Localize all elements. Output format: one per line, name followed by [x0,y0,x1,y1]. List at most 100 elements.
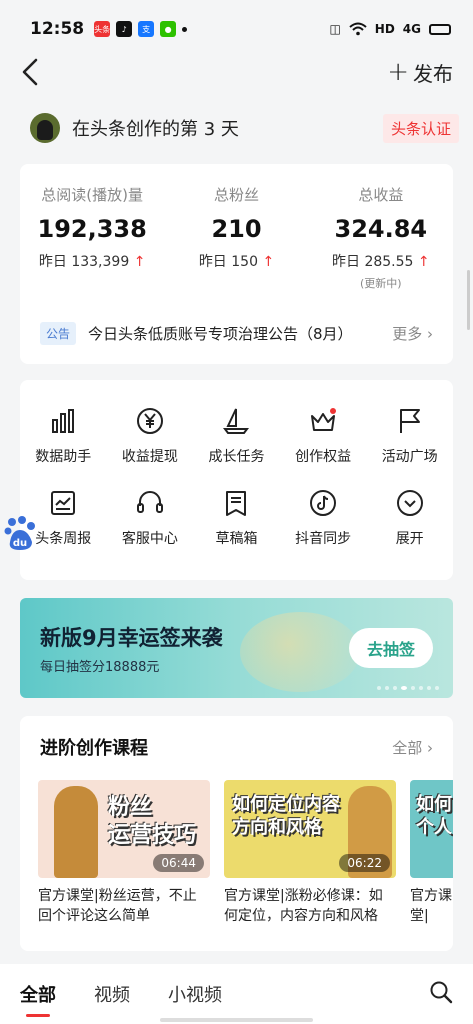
tab-video[interactable]: 视频 [94,981,130,1007]
draw-button[interactable]: 去抽签 [348,628,433,668]
tool-withdraw[interactable]: 收益提现 [107,406,194,466]
tool-label: 数据助手 [35,449,92,465]
tab-short-video[interactable]: 小视频 [168,981,222,1007]
home-indicator [160,1018,313,1022]
stat-note: (更新中) [360,277,402,290]
tool-activity-square[interactable]: 活动广场 [366,406,453,466]
pagination-dot [385,686,389,690]
banner-title: 新版9月幸运签来袭 [40,626,223,650]
plus-icon: + [387,57,409,87]
banner-decoration [240,612,360,692]
notice-bar[interactable]: 公告 今日头条低质账号专项治理公告（8月） 更多 › [40,322,433,345]
bar-chart-icon [48,406,78,436]
tiktok-app-icon: ♪ [116,21,133,37]
tool-creator-rights[interactable]: 创作权益 [280,406,367,466]
thumbnail-text: 如何 个人 [416,794,452,838]
up-arrow-icon: ↑ [262,254,275,270]
stat-yesterday: 昨日 150 [198,254,258,270]
stat-yesterday: 昨日 133,399 [38,254,130,270]
stat-value: 324.84 [334,215,428,243]
tool-douyin-sync[interactable]: 抖音同步 [280,488,367,548]
scrollbar[interactable] [467,270,470,330]
tool-label: 抖音同步 [295,531,352,547]
tool-growth-tasks[interactable]: 成长任务 [193,406,280,466]
tools-card: 数据助手 收益提现 成长任务 创作权益 活动广场 头条周报 客服中心 草稿箱 抖… [20,380,453,580]
tool-label: 收益提现 [121,449,178,465]
tab-all[interactable]: 全部 [20,981,56,1017]
pagination-dot [377,686,381,690]
pagination-dot-active [401,686,407,690]
tool-label: 草稿箱 [215,531,258,547]
lucky-draw-banner[interactable]: 新版9月幸运签来袭 每日抽签分18888元 去抽签 [20,598,453,698]
back-arrow-icon[interactable] [20,57,44,87]
tool-drafts[interactable]: 草稿箱 [193,488,280,548]
report-chart-icon [48,488,78,518]
publish-label: 发布 [413,61,453,86]
verify-badge[interactable]: 头条认证 [382,113,459,143]
alipay-app-icon: 支 [138,21,155,37]
notice-more: 更多 [392,325,423,343]
stats-card: 总阅读(播放)量 192,338 昨日 133,399 ↑ 总粉丝 210 昨日… [20,164,453,364]
thumbnail-text: 如何定位内容 方向和风格 [232,794,340,838]
signal-indicator: 4G [402,22,421,36]
pagination-dot [435,686,439,690]
status-indicators: ◫ HD 4G [329,22,451,36]
chevron-right-icon: › [427,325,433,343]
stat-yesterday: 昨日 285.55 [332,254,414,270]
draft-box-icon [221,488,251,518]
course-thumbnail: 如何定位内容 方向和风格 06:22 [224,780,396,878]
video-duration: 06:22 [339,854,390,872]
courses-card: 进阶创作课程 全部 › 粉丝 运营技巧 06:44 官方课堂|粉丝运营，不止回个… [20,716,453,951]
notice-tag: 公告 [40,322,77,345]
toutiao-app-icon: 头条 [94,21,111,37]
courses-title: 进阶创作课程 [40,738,148,759]
pagination-dot [427,686,431,690]
banner-pagination [377,686,439,690]
yen-circle-icon [135,406,165,436]
stat-value: 210 [211,215,262,243]
course-item[interactable]: 粉丝 运营技巧 06:44 官方课堂|粉丝运营，不止回个评论这么简单 [38,780,210,928]
stat-reads[interactable]: 总阅读(播放)量 192,338 昨日 133,399 ↑ [20,184,164,291]
tool-data-assistant[interactable]: 数据助手 [20,406,107,466]
course-thumbnail: 粉丝 运营技巧 06:44 [38,780,210,878]
courses-more-link[interactable]: 全部 › [392,737,433,758]
wechat-app-icon: ● [160,21,177,37]
headset-icon [135,488,165,518]
course-description: 官方课堂|涨粉必修课：如何定位，内容方向和风格 [224,888,383,925]
stat-label: 总阅读(播放)量 [41,186,144,204]
top-bar: + 发布 [0,50,473,94]
tool-expand[interactable]: 展开 [366,488,453,548]
stat-fans[interactable]: 总粉丝 210 昨日 150 ↑ [164,184,308,291]
publish-button[interactable]: + 发布 [387,58,453,87]
creator-row: 在头条创作的第 3 天 头条认证 [30,108,459,148]
course-item[interactable]: 如何 个人 官方课堂| 做？打 [410,780,453,928]
nfc-icon: ◫ [329,22,341,36]
up-arrow-icon: ↑ [417,254,430,270]
stat-income[interactable]: 总收益 324.84 昨日 285.55 ↑ (更新中) [309,184,453,291]
svg-text:du: du [13,538,27,549]
wifi-icon [349,22,367,36]
baidu-float-icon[interactable]: du [4,516,36,552]
stat-label: 总粉丝 [213,186,259,204]
presenter-image [54,786,98,878]
pagination-dot [419,686,423,690]
search-icon[interactable] [429,980,453,1008]
status-app-icons: 头条 ♪ 支 ● [94,21,188,37]
course-item[interactable]: 如何定位内容 方向和风格 06:22 官方课堂|涨粉必修课：如何定位，内容方向和… [224,780,396,928]
stat-label: 总收益 [358,186,404,204]
course-description: 官方课堂| 做？打 [410,888,452,925]
video-duration: 06:44 [153,854,204,872]
notification-dot-icon [182,26,188,32]
up-arrow-icon: ↑ [133,254,146,270]
chevron-right-icon: › [427,738,433,757]
expand-chevron-icon [395,488,425,518]
tool-customer-service[interactable]: 客服中心 [107,488,194,548]
tiktok-icon [308,488,338,518]
tool-label: 展开 [395,531,424,547]
tool-label: 创作权益 [295,449,352,465]
pagination-dot [411,686,415,690]
thumbnail-text: 粉丝 运营技巧 [108,795,197,848]
flag-icon [395,406,425,436]
avatar[interactable] [30,113,60,143]
crown-icon [308,406,338,436]
